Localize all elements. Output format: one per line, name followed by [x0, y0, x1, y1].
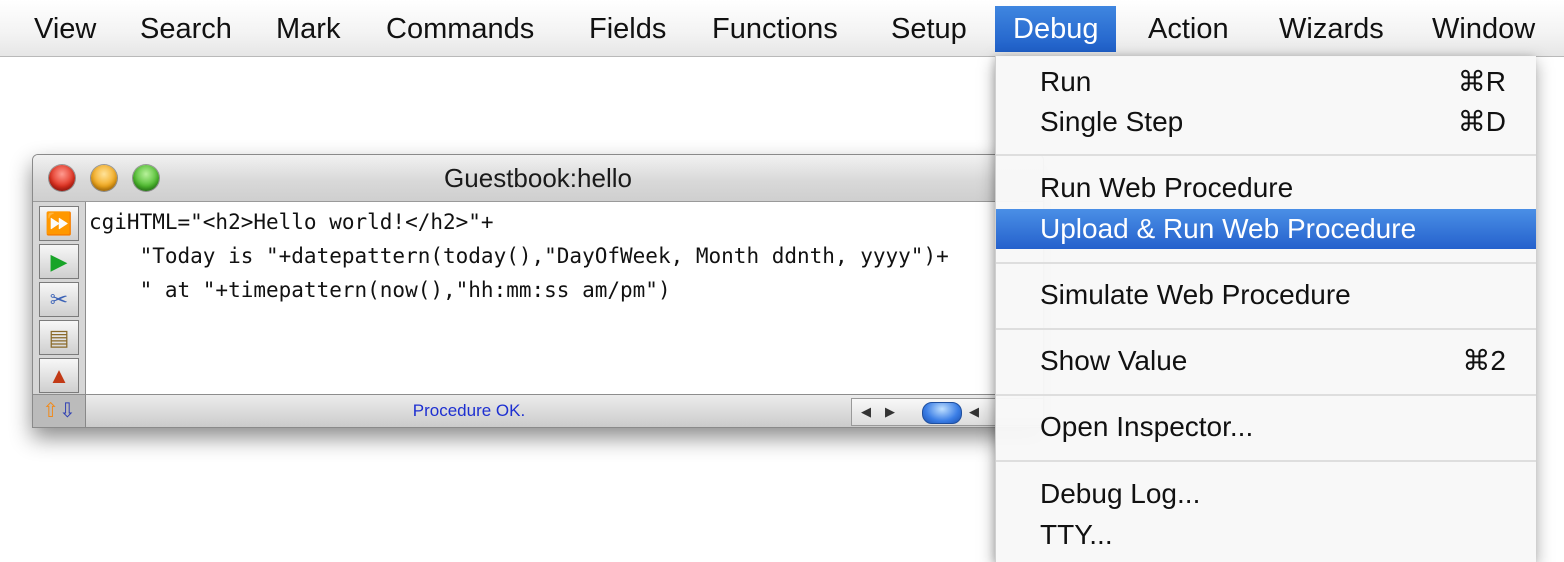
menu-item-debug-log[interactable]: Debug Log...: [996, 474, 1536, 514]
tool-strip: ⏩ ▶ ✂ ▤ ▲: [33, 202, 86, 394]
menu-separator: [996, 394, 1536, 396]
menu-bar: View Search Mark Commands Fields Functio…: [0, 0, 1564, 57]
book-icon[interactable]: ▤: [39, 320, 79, 355]
shortcut-label: ⌘R: [1457, 66, 1506, 97]
menu-separator: [996, 154, 1536, 156]
menu-separator: [996, 262, 1536, 264]
fast-forward-icon[interactable]: ⏩: [39, 206, 79, 241]
menu-debug[interactable]: Debug: [995, 6, 1117, 52]
status-message: Procedure OK.: [412, 401, 526, 420]
procedure-editor-window: Guestbook:hello ⏩ ▶ ✂ ▤ ▲ cgiHTML="<h2>H…: [32, 154, 1044, 428]
menu-item-run-web-procedure[interactable]: Run Web Procedure: [996, 168, 1536, 208]
scroll-right-icon[interactable]: ▶: [880, 399, 900, 425]
menu-item-upload-run-web-procedure[interactable]: Upload & Run Web Procedure: [996, 209, 1536, 249]
menu-item-simulate-web-procedure[interactable]: Simulate Web Procedure: [996, 275, 1536, 315]
menu-separator: [996, 460, 1536, 462]
code-line: " at "+timepattern(now(),"hh:mm:ss am/pm…: [89, 278, 671, 302]
code-line: "Today is "+datepattern(today(),"DayOfWe…: [89, 244, 949, 268]
up-down-arrows-icon[interactable]: ⇧⇩: [33, 395, 86, 427]
menu-view[interactable]: View: [34, 6, 96, 52]
menu-window[interactable]: Window: [1432, 6, 1535, 52]
menu-setup[interactable]: Setup: [891, 6, 967, 52]
menu-item-tty[interactable]: TTY...: [996, 515, 1536, 555]
menu-functions[interactable]: Functions: [712, 6, 838, 52]
menu-fields[interactable]: Fields: [589, 6, 666, 52]
menu-item-open-inspector[interactable]: Open Inspector...: [996, 407, 1536, 447]
status-bar: ⇧⇩ Procedure OK. ◀ ▶ ◀: [33, 394, 1043, 427]
scissors-icon[interactable]: ✂: [39, 282, 79, 317]
menu-commands[interactable]: Commands: [386, 6, 534, 52]
code-line: cgiHTML="<h2>Hello world!</h2>"+: [89, 210, 494, 234]
scroll-thumb[interactable]: [922, 402, 962, 424]
menu-mark[interactable]: Mark: [276, 6, 340, 52]
stamp-icon[interactable]: ▲: [39, 358, 79, 393]
scroll-left-icon[interactable]: ◀: [964, 399, 984, 425]
window-titlebar[interactable]: Guestbook:hello: [33, 155, 1043, 202]
debug-dropdown-menu: Run ⌘R Single Step ⌘D Run Web Procedure …: [995, 56, 1536, 562]
menu-wizards[interactable]: Wizards: [1279, 6, 1384, 52]
menu-item-run[interactable]: Run ⌘R: [996, 62, 1536, 102]
menu-search[interactable]: Search: [140, 6, 232, 52]
menu-item-single-step[interactable]: Single Step ⌘D: [996, 102, 1536, 142]
scroll-left-icon[interactable]: ◀: [856, 399, 876, 425]
shortcut-label: ⌘2: [1462, 345, 1506, 376]
window-title: Guestbook:hello: [444, 163, 632, 193]
play-icon[interactable]: ▶: [39, 244, 79, 279]
code-editor[interactable]: cgiHTML="<h2>Hello world!</h2>"+ "Today …: [89, 205, 1033, 307]
shortcut-label: ⌘D: [1457, 106, 1506, 137]
menu-separator: [996, 328, 1536, 330]
menu-item-show-value[interactable]: Show Value ⌘2: [996, 341, 1536, 381]
menu-action[interactable]: Action: [1148, 6, 1229, 52]
